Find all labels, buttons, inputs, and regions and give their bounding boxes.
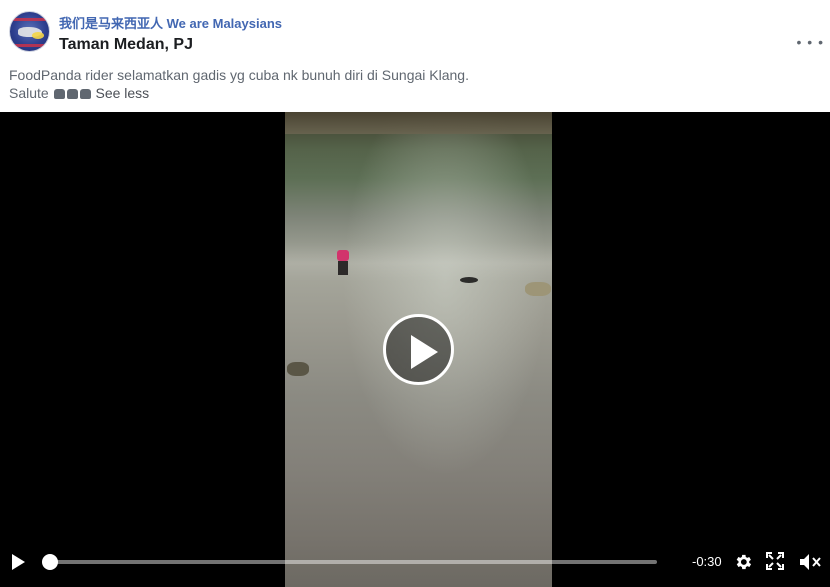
time-remaining: -0:30 — [692, 554, 722, 569]
settings-gear-icon[interactable] — [733, 552, 753, 572]
thumbs-up-icon — [66, 89, 78, 99]
volume-muted-icon[interactable] — [798, 552, 822, 572]
avatar-map-shape — [32, 32, 44, 39]
rider-figure — [337, 250, 349, 275]
video-player[interactable]: -0:30 — [0, 112, 830, 587]
caption-text: FoodPanda rider selamatkan gadis yg cuba… — [9, 67, 469, 83]
river-bank — [285, 112, 552, 134]
floating-debris — [460, 277, 478, 283]
floating-debris — [287, 362, 309, 376]
post-caption: FoodPanda rider selamatkan gadis yg cuba… — [9, 66, 469, 102]
more-options-icon[interactable]: • • • — [797, 34, 824, 50]
thumbs-up-icon — [79, 89, 91, 99]
post-header: 我们是马来西亚人 We are Malaysians Taman Medan, … — [0, 0, 830, 112]
caption-salute: Salute — [9, 85, 49, 101]
location-title[interactable]: Taman Medan, PJ — [59, 36, 193, 54]
progress-bar[interactable] — [42, 554, 657, 570]
floating-debris — [525, 282, 551, 296]
avatar-stripe — [10, 18, 49, 21]
video-controls: -0:30 — [0, 537, 830, 587]
avatar-stripe — [10, 44, 49, 47]
page-avatar[interactable] — [9, 11, 50, 52]
fullscreen-icon[interactable] — [766, 552, 784, 570]
see-less-link[interactable]: See less — [95, 85, 149, 101]
thumbs-up-icon — [53, 89, 65, 99]
water-ripple — [285, 242, 552, 282]
page-name-link[interactable]: 我们是马来西亚人 We are Malaysians — [59, 13, 282, 32]
progress-scrubber[interactable] — [42, 554, 58, 570]
play-icon[interactable] — [12, 554, 25, 570]
play-overlay-button[interactable] — [383, 314, 454, 385]
